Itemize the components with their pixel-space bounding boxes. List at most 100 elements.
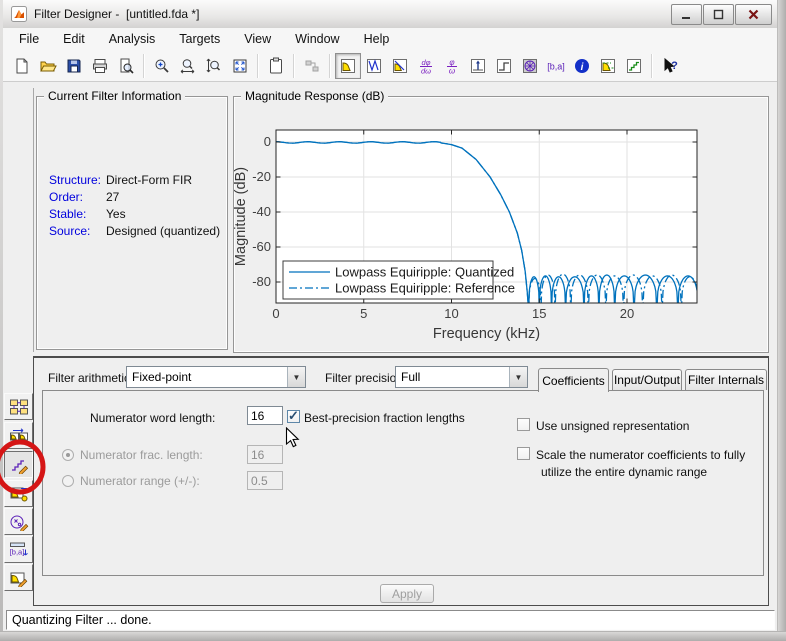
menu-item-analysis[interactable]: Analysis: [97, 29, 168, 49]
filter-info-label: Structure:: [49, 173, 106, 187]
phase-delay-icon: φω: [443, 57, 461, 75]
toolbar-button-magnitude-response[interactable]: [335, 53, 361, 79]
filter-info-label: Stable:: [49, 207, 106, 221]
status-bar: Quantizing Filter ... done.: [6, 610, 775, 630]
toolbar-button-phase-response[interactable]: [361, 53, 387, 79]
zoom-x-icon: [179, 57, 197, 75]
numerator-frac-length-label: Numerator frac. length:: [80, 448, 203, 462]
filter-info-value: Yes: [106, 207, 126, 221]
realize-model-icon: [303, 57, 321, 75]
svg-text:?: ?: [671, 60, 678, 72]
sidebar-button-set-quantization-parameters[interactable]: [4, 451, 33, 478]
phase-response-icon: [365, 57, 383, 75]
toolbar-button-step-response[interactable]: [491, 53, 517, 79]
toolbar-button-magnitude-specs[interactable]: [595, 53, 621, 79]
chevron-down-icon[interactable]: ▼: [509, 367, 527, 387]
full-view-icon: [231, 57, 249, 75]
tab-coefficients[interactable]: Coefficients: [538, 368, 609, 392]
menu-item-edit[interactable]: Edit: [51, 29, 97, 49]
minimize-button[interactable]: [671, 4, 702, 25]
sidebar-button-transform-filter[interactable]: [4, 480, 33, 507]
new-analysis-clipboard-icon: [267, 57, 285, 75]
filter-info-label: Order:: [49, 190, 106, 204]
open-file-icon: [39, 57, 57, 75]
menu-item-targets[interactable]: Targets: [167, 29, 232, 49]
group-delay-icon: dφdω: [417, 57, 435, 75]
toolbar-button-group-delay[interactable]: dφdω: [413, 53, 439, 79]
tab-input-output[interactable]: Input/Output: [612, 369, 682, 390]
magnitude-response-chart: 051015200-20-40-60-80Frequency (kHz)Magn…: [234, 97, 766, 350]
quantization-staircase-icon: [625, 57, 643, 75]
toolbar: dφdωφω [b,a] i?: [3, 50, 777, 82]
filter-info-value: 27: [106, 190, 119, 204]
toolbar-button-quantization-staircase[interactable]: [621, 53, 647, 79]
save-icon: [65, 57, 83, 75]
current-filter-info-title: Current Filter Information: [44, 89, 185, 103]
numerator-word-length-label: Numerator word length:: [90, 411, 215, 425]
toolbar-button-phase-delay[interactable]: φω: [439, 53, 465, 79]
apply-button[interactable]: Apply: [380, 584, 434, 603]
filter-precision-select[interactable]: Full ▼: [395, 366, 528, 388]
toolbar-button-pole-zero-plot[interactable]: [517, 53, 543, 79]
menu-item-window[interactable]: Window: [283, 29, 351, 49]
use-unsigned-label: Use unsigned representation: [536, 419, 689, 433]
menu-item-file[interactable]: File: [7, 29, 51, 49]
numerator-frac-length-field: [247, 445, 283, 464]
set-quantization-parameters-icon: [9, 456, 29, 474]
toolbar-button-full-view[interactable]: [227, 53, 253, 79]
toolbar-button-open-file[interactable]: [35, 53, 61, 79]
filter-info-value: Direct-Form FIR: [106, 173, 192, 187]
sidebar-button-design-filter[interactable]: [4, 564, 33, 591]
sidebar-button-import-filter[interactable]: [b,a]: [4, 536, 33, 563]
numerator-word-length-field[interactable]: [247, 406, 283, 425]
window-frame-right: [777, 0, 786, 641]
impulse-response-icon: [469, 57, 487, 75]
menu-item-help[interactable]: Help: [352, 29, 402, 49]
toolbar-button-zoom-y[interactable]: [201, 53, 227, 79]
design-filter-icon: [9, 569, 29, 587]
title-bar[interactable]: Filter Designer - [untitled.fda *]: [3, 0, 777, 29]
toolbar-button-filter-information[interactable]: i: [569, 53, 595, 79]
svg-text:dω: dω: [421, 66, 431, 75]
tab-filter-internals[interactable]: Filter Internals: [685, 369, 767, 390]
toolbar-button-save[interactable]: [61, 53, 87, 79]
chevron-down-icon[interactable]: ▼: [287, 367, 305, 387]
filter-info-value: Designed (quantized): [106, 224, 220, 238]
svg-text:i: i: [581, 62, 584, 73]
toolbar-button-impulse-response[interactable]: [465, 53, 491, 79]
toolbar-button-print[interactable]: [87, 53, 113, 79]
toolbar-button-context-help[interactable]: ?: [657, 53, 683, 79]
filter-arithmetic-select[interactable]: Fixed-point ▼: [126, 366, 306, 388]
toolbar-button-magnitude-and-phase[interactable]: [387, 53, 413, 79]
toolbar-button-zoom-in[interactable]: [149, 53, 175, 79]
zoom-in-icon: [153, 57, 171, 75]
filter-info-label: Source:: [49, 224, 106, 238]
numerator-range-radio[interactable]: [62, 475, 74, 487]
toolbar-button-zoom-x[interactable]: [175, 53, 201, 79]
best-precision-checkbox[interactable]: ✓: [287, 410, 300, 423]
svg-text:Lowpass Equiripple: Reference: Lowpass Equiripple: Reference: [335, 281, 515, 296]
toolbar-button-realize-model[interactable]: [299, 53, 325, 79]
sidebar-button-create-multirate-filter[interactable]: [4, 422, 33, 449]
toolbar-button-new-file[interactable]: [9, 53, 35, 79]
toolbar-button-print-preview[interactable]: [113, 53, 139, 79]
menu-item-view[interactable]: View: [232, 29, 283, 49]
import-filter-icon: [b,a]: [9, 541, 29, 559]
svg-text:[b,a]: [b,a]: [9, 547, 24, 556]
scale-numerator-label-line1: Scale the numerator coefficients to full…: [536, 448, 745, 462]
toolbar-separator: [329, 54, 331, 78]
maximize-button[interactable]: [703, 4, 734, 25]
filter-precision-value: Full: [396, 370, 509, 384]
sidebar-button-pole-zero-editor[interactable]: [4, 508, 33, 535]
toolbar-button-new-analysis-clipboard[interactable]: [263, 53, 289, 79]
scale-numerator-checkbox[interactable]: ✓: [517, 447, 530, 460]
numerator-frac-length-radio[interactable]: [62, 449, 74, 461]
use-unsigned-checkbox[interactable]: ✓: [517, 418, 530, 431]
filter-info-row: Source:Designed (quantized): [49, 222, 220, 239]
new-file-icon: [13, 57, 31, 75]
close-button[interactable]: [735, 4, 772, 25]
toolbar-button-filter-coefficients[interactable]: [b,a]: [543, 53, 569, 79]
sidebar-button-realize-model[interactable]: [4, 393, 33, 420]
menu-bar: FileEditAnalysisTargetsViewWindowHelp: [3, 28, 777, 50]
svg-text:Lowpass Equiripple: Quantized: Lowpass Equiripple: Quantized: [335, 265, 514, 280]
